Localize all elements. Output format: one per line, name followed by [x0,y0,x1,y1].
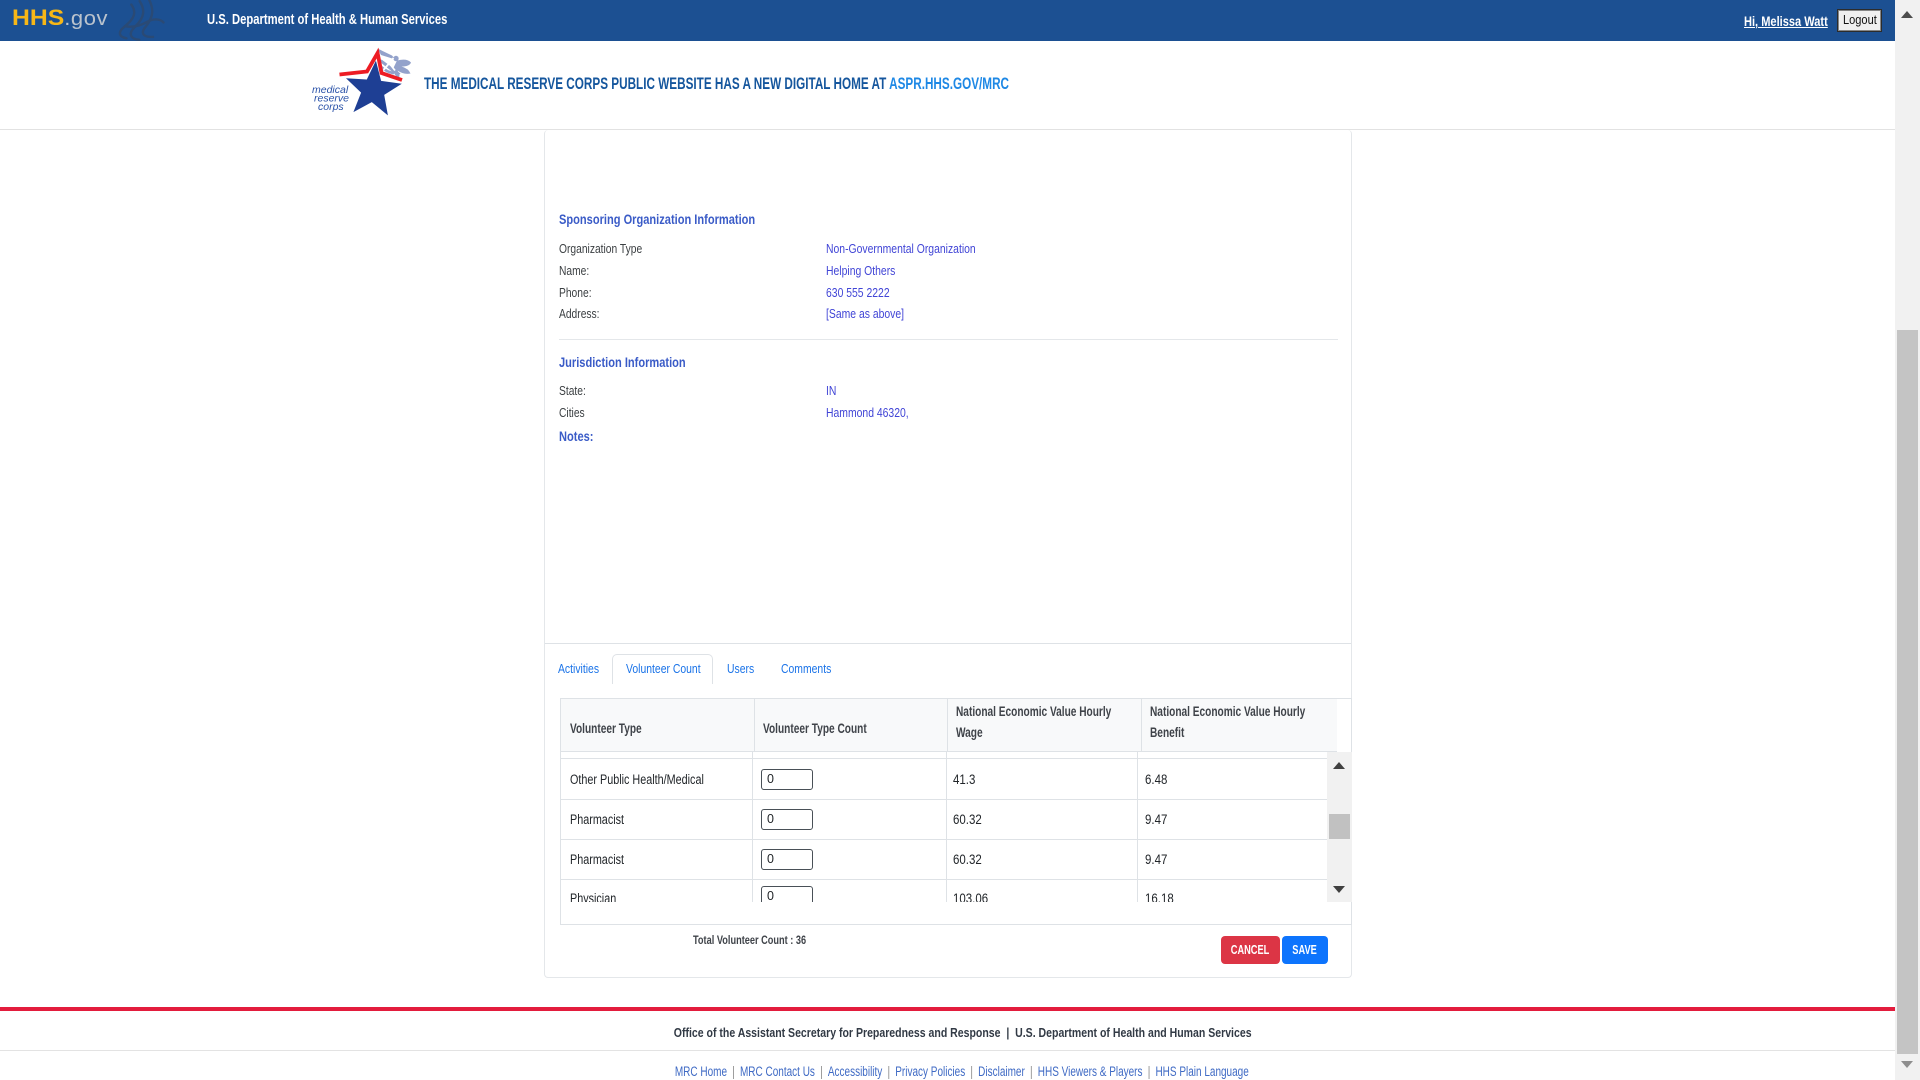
svg-text:corps: corps [318,101,344,113]
